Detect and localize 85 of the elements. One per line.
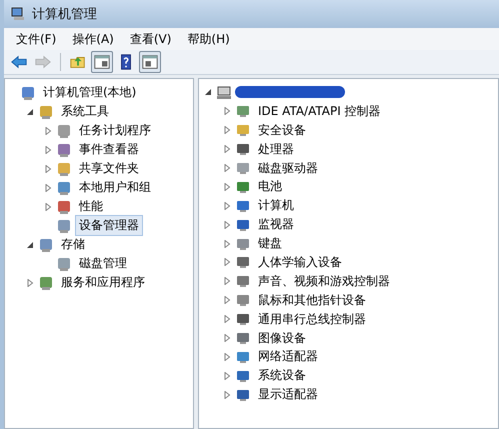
device-category[interactable]: 声音、视频和游戏控制器: [254, 270, 394, 292]
tree-item[interactable]: 磁盘管理: [75, 253, 131, 274]
node-icon: [56, 142, 72, 158]
pane-icon: [141, 53, 159, 71]
device-icon: [235, 330, 251, 346]
tree-item[interactable]: 服务和应用程序: [57, 272, 149, 293]
device-category[interactable]: 安全设备: [254, 120, 310, 141]
device-category[interactable]: 键盘: [254, 233, 286, 254]
collapsed-triangle-icon[interactable]: [223, 296, 231, 304]
device-icon: [235, 292, 251, 308]
tree-item[interactable]: 共享文件夹: [75, 158, 143, 179]
pane-toggle-button[interactable]: [139, 51, 161, 73]
expanded-triangle-icon[interactable]: [26, 108, 34, 116]
device-category[interactable]: 通用串行总线控制器: [254, 308, 370, 330]
device-icon: [235, 103, 251, 120]
tree-item[interactable]: 事件查看器: [75, 139, 143, 160]
tree-item[interactable]: 设备管理器: [75, 215, 143, 236]
node-icon: [56, 198, 72, 214]
menu-item[interactable]: 查看(V): [122, 28, 180, 50]
node-icon: [56, 180, 72, 196]
tree-item[interactable]: 系统工具: [57, 101, 113, 122]
menu-item[interactable]: 操作(A): [64, 28, 122, 50]
device-category[interactable]: 系统设备: [254, 365, 310, 386]
right-arrow-icon: [34, 53, 52, 71]
node-icon: [38, 274, 54, 290]
node-icon: [56, 256, 72, 272]
menu-item[interactable]: 文件(F): [8, 28, 64, 50]
computer-icon: [216, 84, 232, 100]
collapsed-triangle-icon[interactable]: [223, 315, 231, 324]
collapsed-triangle-icon[interactable]: [44, 202, 52, 210]
node-icon: [56, 160, 72, 176]
window-title: 计算机管理: [32, 6, 97, 23]
node-icon: [56, 218, 72, 234]
device-category[interactable]: 磁盘驱动器: [254, 158, 322, 179]
collapsed-triangle-icon[interactable]: [223, 182, 231, 191]
collapsed-triangle-icon[interactable]: [223, 277, 231, 286]
collapsed-triangle-icon[interactable]: [44, 126, 52, 134]
expanded-triangle-icon[interactable]: [26, 240, 34, 248]
collapsed-triangle-icon[interactable]: [44, 184, 52, 192]
collapsed-triangle-icon[interactable]: [223, 107, 231, 116]
node-icon: [38, 236, 54, 252]
device-icon: [235, 160, 251, 176]
node-icon: [56, 122, 72, 138]
device-category[interactable]: 显示适配器: [254, 384, 322, 406]
device-category[interactable]: 计算机: [254, 195, 298, 216]
computer-icon: [10, 6, 26, 22]
collapsed-triangle-icon[interactable]: [223, 164, 231, 172]
collapsed-triangle-icon[interactable]: [26, 278, 34, 286]
collapsed-triangle-icon[interactable]: [223, 390, 231, 399]
collapsed-triangle-icon[interactable]: [223, 334, 231, 342]
collapsed-triangle-icon[interactable]: [223, 220, 231, 229]
device-icon: [235, 122, 251, 138]
collapsed-triangle-icon[interactable]: [223, 202, 231, 210]
collapsed-triangle-icon[interactable]: [223, 372, 231, 380]
device-category[interactable]: 网络适配器: [254, 346, 322, 368]
collapsed-triangle-icon[interactable]: [223, 145, 231, 154]
device-category[interactable]: 人体学输入设备: [254, 252, 346, 273]
device-category[interactable]: 图像设备: [254, 328, 310, 349]
device-icon: [235, 254, 251, 270]
node-icon: [38, 104, 54, 120]
collapsed-triangle-icon[interactable]: [223, 352, 231, 361]
collapsed-triangle-icon[interactable]: [223, 126, 231, 134]
tree-item[interactable]: 存储: [57, 234, 89, 255]
device-category[interactable]: 电池: [254, 176, 286, 198]
device-category[interactable]: 监视器: [254, 214, 298, 236]
menu-item[interactable]: 帮助(H): [179, 28, 238, 50]
tree-item[interactable]: 任务计划程序: [75, 120, 155, 141]
collapsed-triangle-icon[interactable]: [223, 258, 231, 266]
tree-item[interactable]: 性能: [75, 196, 107, 217]
collapsed-triangle-icon[interactable]: [44, 164, 52, 172]
collapsed-triangle-icon[interactable]: [223, 240, 231, 248]
collapsed-triangle-icon[interactable]: [44, 146, 52, 154]
device-category[interactable]: 鼠标和其他指针设备: [254, 290, 370, 311]
expanded-triangle-icon[interactable]: [204, 88, 212, 96]
tree-item[interactable]: 本地用户和组: [75, 177, 155, 198]
left-arrow-icon: [10, 53, 28, 71]
tree-item[interactable]: 计算机管理(本地): [39, 82, 140, 103]
device-category[interactable]: 处理器: [254, 138, 298, 160]
node-icon: [20, 84, 36, 100]
pane-toggle-button[interactable]: [91, 51, 113, 73]
device-icon: [235, 141, 251, 158]
device-category[interactable]: IDE ATA/ATAPI 控制器: [254, 100, 385, 122]
device-icon: [235, 273, 251, 290]
pane-icon: [93, 53, 111, 71]
device-icon: [235, 311, 251, 328]
